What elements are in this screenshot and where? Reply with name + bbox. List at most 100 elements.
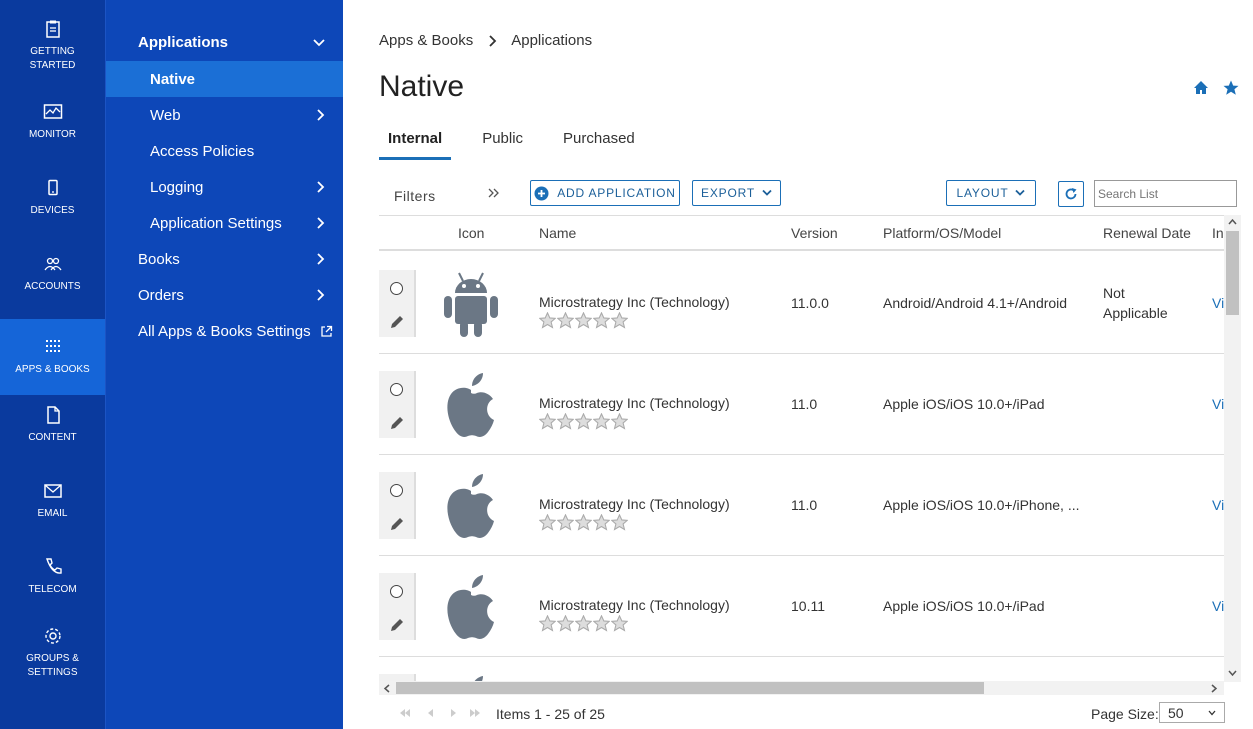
column-header-name[interactable]: Name <box>539 225 576 241</box>
pencil-icon[interactable] <box>389 516 405 532</box>
row-select-radio[interactable] <box>390 484 403 497</box>
android-icon <box>444 272 498 337</box>
rail-item-monitor[interactable]: MONITOR <box>0 84 105 160</box>
nav-books[interactable]: Books <box>106 241 344 277</box>
nav-books-label: Books <box>138 250 180 268</box>
rating-stars <box>539 615 629 632</box>
layout-label: LAYOUT <box>956 186 1009 200</box>
scroll-down-arrow-icon[interactable] <box>1228 670 1237 677</box>
rail-label-telecom: TELECOM <box>28 584 77 595</box>
rail-item-apps-books[interactable]: APPS & BOOKS <box>0 319 105 395</box>
first-page-icon[interactable] <box>399 708 411 718</box>
pencil-icon[interactable] <box>389 314 405 330</box>
nav-web-label: Web <box>150 106 181 124</box>
vertical-scroll-thumb[interactable] <box>1226 231 1239 315</box>
rail-item-getting-started[interactable]: GETTING STARTED <box>0 8 105 84</box>
breadcrumb: Apps & Books Applications <box>379 32 592 49</box>
column-header-version[interactable]: Version <box>791 225 838 241</box>
column-header-renewal-date[interactable]: Renewal Date <box>1103 225 1191 241</box>
column-header-truncated[interactable]: In <box>1212 225 1224 241</box>
nav-all-settings[interactable]: All Apps & Books Settings <box>106 313 344 349</box>
table-row[interactable]: Microstrategy Inc (Technology) 11.0.0 An… <box>379 253 1224 354</box>
table-row[interactable] <box>379 657 1224 682</box>
nav-orders-label: Orders <box>138 286 184 304</box>
nav-application-settings[interactable]: Application Settings <box>106 205 344 241</box>
column-header-icon[interactable]: Icon <box>458 225 484 241</box>
home-icon[interactable] <box>1193 80 1209 96</box>
rating-stars <box>539 312 629 329</box>
breadcrumb-current: Applications <box>511 32 593 49</box>
primary-nav-rail: GETTING STARTED MONITOR DEVICES ACCOUNTS… <box>0 0 105 729</box>
tab-bar: Internal Public Purchased <box>379 126 666 160</box>
app-version: 11.0 <box>791 497 818 513</box>
scroll-left-arrow-icon[interactable] <box>383 684 390 693</box>
scroll-up-arrow-icon[interactable] <box>1228 218 1237 225</box>
nav-applications[interactable]: Applications <box>106 24 344 60</box>
layout-button[interactable]: LAYOUT <box>946 180 1036 206</box>
last-page-icon[interactable] <box>469 708 481 718</box>
view-link[interactable]: Vi <box>1212 598 1224 614</box>
star-outline-icon <box>593 312 610 329</box>
pencil-icon[interactable] <box>389 415 405 431</box>
users-icon <box>43 257 62 271</box>
rail-item-email[interactable]: EMAIL <box>0 463 105 539</box>
app-platform: Android/Android 4.1+/Android <box>883 295 1068 311</box>
pencil-icon[interactable] <box>389 617 405 633</box>
rail-item-devices[interactable]: DEVICES <box>0 160 105 236</box>
star-outline-icon <box>593 514 610 531</box>
view-link[interactable]: Vi <box>1212 497 1224 513</box>
nav-logging[interactable]: Logging <box>106 169 344 205</box>
app-name[interactable]: Microstrategy Inc (Technology) <box>539 597 730 613</box>
document-icon <box>46 406 60 424</box>
search-input[interactable] <box>1094 180 1237 207</box>
rail-label-devices: DEVICES <box>30 205 75 216</box>
nav-native[interactable]: Native <box>106 61 344 97</box>
vertical-scrollbar[interactable] <box>1224 215 1241 682</box>
rail-label-email: EMAIL <box>37 508 68 519</box>
page-size-select[interactable]: 50 <box>1159 702 1225 723</box>
rail-item-telecom[interactable]: TELECOM <box>0 539 105 615</box>
table-row[interactable]: Microstrategy Inc (Technology) 10.11 App… <box>379 556 1224 657</box>
add-application-button[interactable]: ADD APPLICATION <box>530 180 680 206</box>
previous-page-icon[interactable] <box>425 708 437 718</box>
horizontal-scrollbar[interactable] <box>379 681 1224 695</box>
view-link[interactable]: Vi <box>1212 396 1224 412</box>
table-row[interactable]: Microstrategy Inc (Technology) 11.0 Appl… <box>379 354 1224 455</box>
nav-orders[interactable]: Orders <box>106 277 344 313</box>
double-chevron-right-icon[interactable] <box>487 186 501 200</box>
monitor-icon <box>43 104 62 119</box>
filters-label[interactable]: Filters <box>394 188 436 204</box>
chevron-down-icon <box>1015 189 1026 196</box>
nav-access-policies[interactable]: Access Policies <box>106 133 344 169</box>
row-select-radio[interactable] <box>390 585 403 598</box>
rail-label-monitor: MONITOR <box>28 129 77 140</box>
app-name[interactable]: Microstrategy Inc (Technology) <box>539 496 730 512</box>
export-button[interactable]: EXPORT <box>692 180 781 206</box>
rail-item-groups-settings[interactable]: GROUPS & SETTINGS <box>0 615 105 691</box>
app-name[interactable]: Microstrategy Inc (Technology) <box>539 395 730 411</box>
row-select-radio[interactable] <box>390 282 403 295</box>
horizontal-scroll-thumb[interactable] <box>396 682 984 694</box>
column-header-platform[interactable]: Platform/OS/Model <box>883 225 1001 241</box>
app-name[interactable]: Microstrategy Inc (Technology) <box>539 294 730 310</box>
row-controls <box>379 472 416 539</box>
chevron-right-icon <box>317 253 325 265</box>
rail-item-accounts[interactable]: ACCOUNTS <box>0 236 105 312</box>
star-icon[interactable] <box>1223 80 1239 96</box>
tab-internal[interactable]: Internal <box>379 126 452 160</box>
tab-public[interactable]: Public <box>473 126 532 160</box>
envelope-icon <box>43 484 62 498</box>
rail-item-content[interactable]: CONTENT <box>0 387 105 463</box>
view-link[interactable]: Vi <box>1212 295 1224 311</box>
breadcrumb-root[interactable]: Apps & Books <box>379 32 473 49</box>
table-row[interactable]: Microstrategy Inc (Technology) 11.0 Appl… <box>379 455 1224 556</box>
refresh-button[interactable] <box>1058 181 1084 207</box>
scroll-right-arrow-icon[interactable] <box>1211 684 1218 693</box>
next-page-icon[interactable] <box>447 708 459 718</box>
tab-purchased[interactable]: Purchased <box>554 126 644 160</box>
row-controls <box>379 371 416 438</box>
apple-icon <box>447 474 494 538</box>
page-size-label: Page Size: <box>1091 706 1159 722</box>
row-select-radio[interactable] <box>390 383 403 396</box>
nav-web[interactable]: Web <box>106 97 344 133</box>
